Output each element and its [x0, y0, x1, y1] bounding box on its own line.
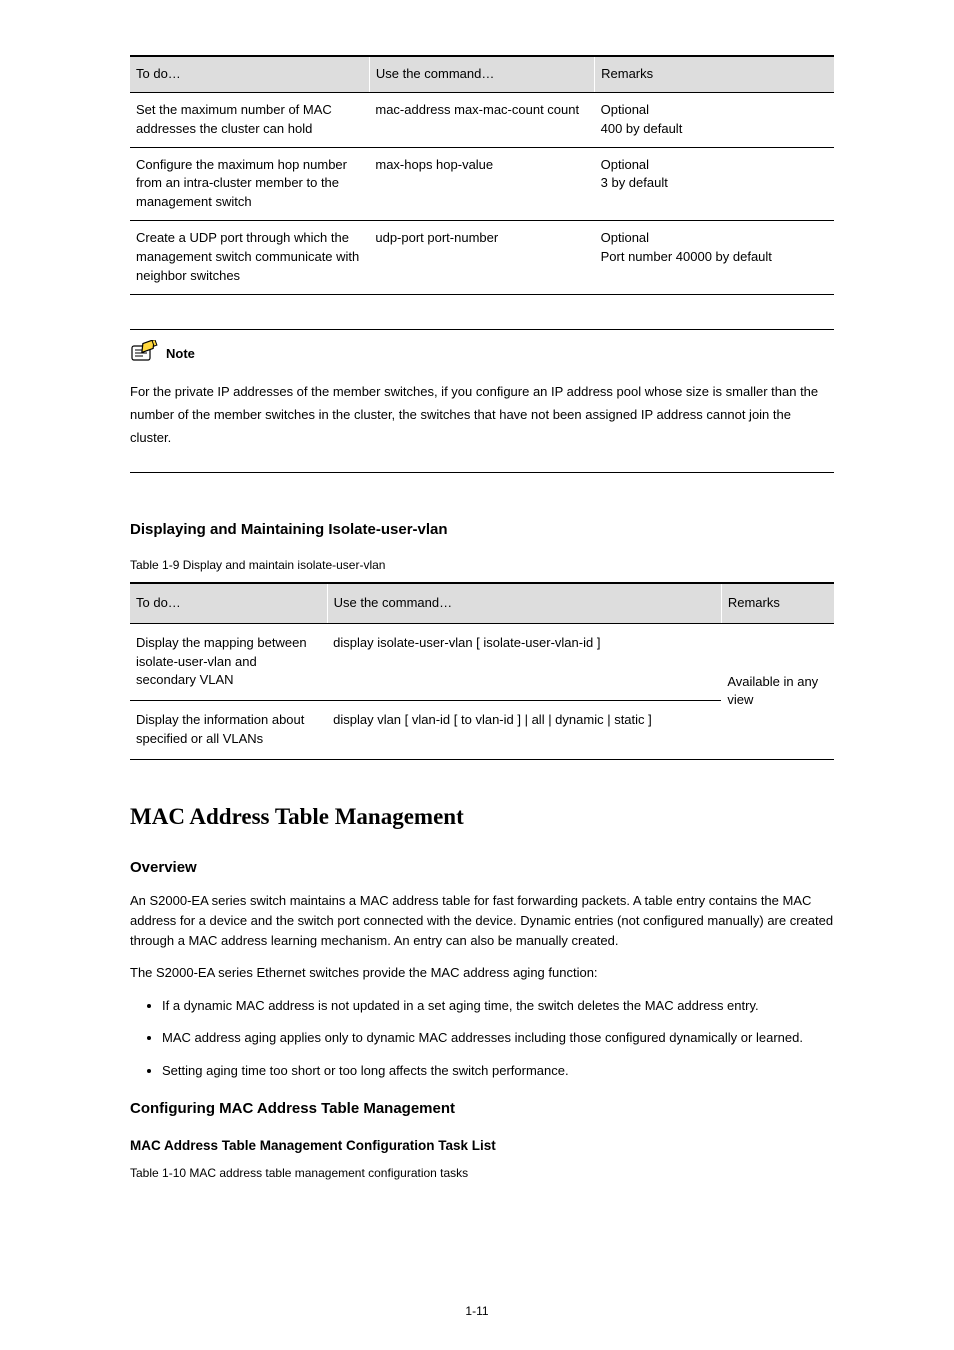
- table-caption-1-10: Table 1-10 MAC address table management …: [130, 1165, 834, 1182]
- cell-command: mac-address max-mac-count count: [369, 92, 594, 147]
- cell-todo: Display the mapping between isolate-user…: [130, 623, 327, 701]
- col-header-todo: To do…: [130, 583, 327, 623]
- config-table: To do… Use the command… Remarks Set the …: [130, 55, 834, 295]
- cell-todo: Set the maximum number of MAC addresses …: [130, 92, 369, 147]
- heading-displaying: Displaying and Maintaining Isolate-user-…: [130, 519, 834, 541]
- cell-remarks: Optional 3 by default: [595, 147, 834, 221]
- cell-remarks: Available in any view: [721, 623, 834, 759]
- col-header-remarks: Remarks: [595, 56, 834, 92]
- heading-overview: Overview: [130, 857, 834, 879]
- cell-command: display isolate-user-vlan [ isolate-user…: [327, 623, 721, 701]
- table-row: Configure the maximum hop number from an…: [130, 147, 834, 221]
- cell-command: display vlan [ vlan-id [ to vlan-id ] | …: [327, 701, 721, 760]
- cell-todo: Create a UDP port through which the mana…: [130, 221, 369, 295]
- list-item: Setting aging time too short or too long…: [162, 1061, 834, 1082]
- table-row: Display the mapping between isolate-user…: [130, 623, 834, 701]
- aging-list: If a dynamic MAC address is not updated …: [130, 996, 834, 1082]
- table-row: Create a UDP port through which the mana…: [130, 221, 834, 295]
- cell-command: udp-port port-number: [369, 221, 594, 295]
- table-caption-1-9: Table 1-9 Display and maintain isolate-u…: [130, 557, 834, 574]
- cell-todo: Display the information about specified …: [130, 701, 327, 760]
- cell-command: max-hops hop-value: [369, 147, 594, 221]
- display-table: To do… Use the command… Remarks Display …: [130, 582, 834, 760]
- heading-mac-address-table: MAC Address Table Management: [130, 800, 834, 833]
- overview-text: An S2000-EA series switch maintains a MA…: [130, 891, 834, 951]
- cell-remarks: Optional 400 by default: [595, 92, 834, 147]
- list-item: MAC address aging applies only to dynami…: [162, 1028, 834, 1049]
- heading-config-mac: Configuring MAC Address Table Management: [130, 1098, 834, 1120]
- cell-remarks: Optional Port number 40000 by default: [595, 221, 834, 295]
- note-icon: [130, 340, 160, 364]
- page-number: 1-11: [0, 1303, 954, 1320]
- col-header-command: Use the command…: [369, 56, 594, 92]
- note-callout: Note For the private IP addresses of the…: [130, 329, 834, 473]
- table-row: Set the maximum number of MAC addresses …: [130, 92, 834, 147]
- col-header-command: Use the command…: [327, 583, 721, 623]
- note-body: For the private IP addresses of the memb…: [130, 380, 834, 450]
- cell-todo: Configure the maximum hop number from an…: [130, 147, 369, 221]
- col-header-todo: To do…: [130, 56, 369, 92]
- list-item: If a dynamic MAC address is not updated …: [162, 996, 834, 1017]
- heading-task-list: MAC Address Table Management Configurati…: [130, 1136, 834, 1156]
- aging-intro: The S2000-EA series Ethernet switches pr…: [130, 963, 834, 983]
- col-header-remarks: Remarks: [721, 583, 834, 623]
- note-label: Note: [166, 345, 195, 364]
